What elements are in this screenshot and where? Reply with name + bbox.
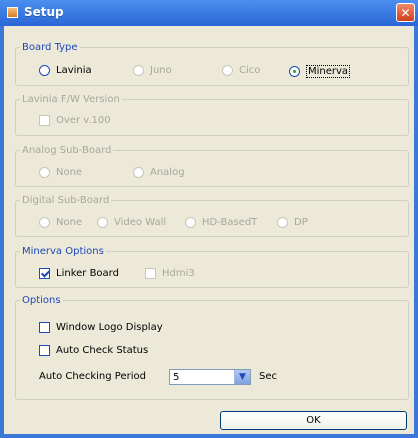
radio-hd-basedt-indicator: [185, 217, 196, 228]
close-button[interactable]: ✕: [396, 3, 415, 22]
setup-window: Setup ✕ Board Type Lavinia Juno Cico Min…: [0, 0, 418, 438]
radio-dp-label: DP: [294, 217, 308, 228]
board-type-legend: Board Type: [22, 42, 78, 53]
checkbox-over-v100: Over v.100: [39, 115, 111, 126]
analog-sub-group: Analog Sub-Board: [15, 145, 409, 187]
radio-juno: Juno: [133, 65, 172, 76]
period-select[interactable]: 5 ▼: [169, 369, 251, 385]
checkbox-hdmi3-label: Hdmi3: [162, 268, 195, 279]
radio-video-wall-indicator: [97, 217, 108, 228]
radio-analog-label: Analog: [150, 167, 185, 178]
digital-sub-group: Digital Sub-Board: [15, 195, 409, 237]
checkbox-linker-board-label: Linker Board: [56, 268, 119, 279]
chevron-down-icon: ▼: [239, 372, 246, 382]
checkbox-auto-check-label: Auto Check Status: [56, 345, 149, 356]
close-icon: ✕: [400, 5, 411, 20]
radio-digital-none-indicator: [39, 217, 50, 228]
checkbox-over-v100-box: [39, 115, 50, 126]
lavinia-fw-legend: Lavinia F/W Version: [22, 94, 120, 105]
radio-minerva-label: Minerva: [306, 65, 351, 78]
checkbox-linker-board[interactable]: Linker Board: [39, 268, 119, 279]
radio-juno-label: Juno: [150, 65, 172, 76]
radio-hd-basedt-label: HD-BasedT: [202, 217, 258, 228]
radio-cico-indicator: [222, 65, 233, 76]
radio-hd-basedt: HD-BasedT: [185, 217, 257, 228]
radio-video-wall: Video Wall: [97, 217, 166, 228]
unit-label: Sec: [259, 371, 277, 382]
checkbox-hdmi3-box: [145, 268, 156, 279]
options-legend: Options: [22, 295, 61, 306]
radio-analog: Analog: [133, 167, 185, 178]
digital-sub-legend: Digital Sub-Board: [22, 195, 110, 206]
radio-digital-none-label: None: [56, 217, 83, 228]
radio-analog-none-label: None: [56, 167, 83, 178]
checkbox-window-logo-label: Window Logo Display: [56, 322, 163, 333]
checkbox-auto-check-box: [39, 345, 50, 356]
radio-cico: Cico: [222, 65, 260, 76]
checkbox-hdmi3: Hdmi3: [145, 268, 195, 279]
radio-analog-indicator: [133, 167, 144, 178]
radio-minerva-indicator: [289, 66, 300, 77]
radio-minerva[interactable]: Minerva: [289, 65, 351, 78]
period-label: Auto Checking Period: [39, 371, 146, 382]
minerva-options-group: Minerva Options: [15, 246, 409, 288]
checkbox-auto-check[interactable]: Auto Check Status: [39, 345, 148, 356]
dialog-body: Board Type Lavinia Juno Cico Minerva Lav…: [4, 26, 414, 434]
period-value: 5: [173, 371, 180, 383]
checkbox-window-logo-box: [39, 322, 50, 333]
ok-button[interactable]: OK: [220, 411, 407, 430]
board-type-group: Board Type: [15, 42, 409, 86]
radio-lavinia[interactable]: Lavinia: [39, 65, 92, 76]
checkbox-window-logo[interactable]: Window Logo Display: [39, 322, 163, 333]
checkbox-over-v100-label: Over v.100: [56, 115, 111, 126]
radio-lavinia-indicator: [39, 65, 50, 76]
checkbox-linker-board-box: [39, 268, 50, 279]
window-title: Setup: [24, 5, 64, 19]
dropdown-button[interactable]: ▼: [234, 370, 250, 384]
minerva-options-legend: Minerva Options: [22, 246, 104, 257]
title-bar[interactable]: Setup ✕: [0, 0, 418, 26]
radio-juno-indicator: [133, 65, 144, 76]
radio-dp: DP: [277, 217, 308, 228]
analog-sub-legend: Analog Sub-Board: [22, 145, 112, 156]
app-icon: [7, 7, 18, 18]
radio-analog-none: None: [39, 167, 82, 178]
radio-video-wall-label: Video Wall: [114, 217, 167, 228]
radio-dp-indicator: [277, 217, 288, 228]
radio-lavinia-label: Lavinia: [56, 65, 92, 76]
radio-analog-none-indicator: [39, 167, 50, 178]
radio-cico-label: Cico: [239, 65, 261, 76]
ok-button-label: OK: [306, 415, 321, 426]
radio-digital-none: None: [39, 217, 82, 228]
